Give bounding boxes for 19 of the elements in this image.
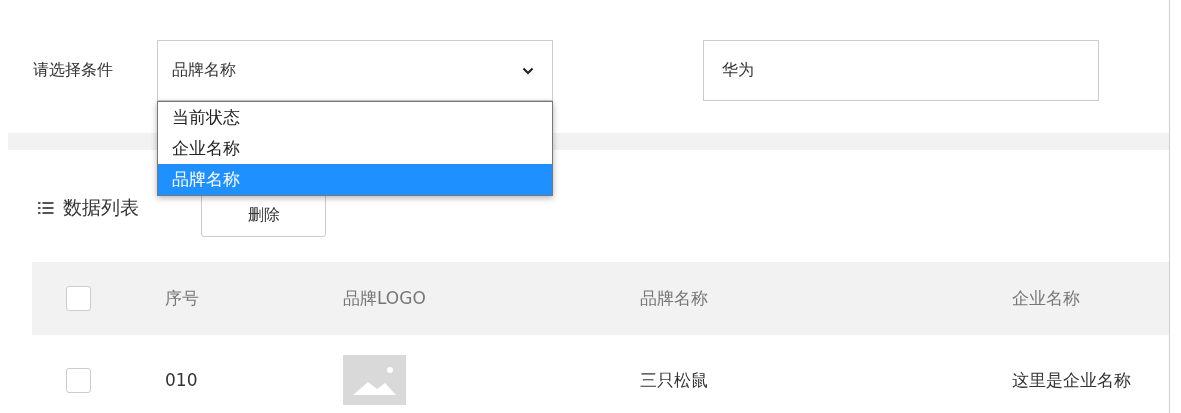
table-cell-text: 三只松鼠 [640,368,709,392]
dropdown-option[interactable]: 企业名称 [158,133,552,164]
list-icon [38,202,54,214]
image-placeholder-icon [343,355,406,405]
column-header: 品牌LOGO [343,287,427,310]
dropdown-option[interactable]: 当前状态 [158,102,552,133]
filter-label: 请选择条件 [33,60,114,81]
column-header: 企业名称 [1012,287,1081,310]
select-all-checkbox[interactable] [66,286,91,311]
table-cell-text: 010 [165,370,199,390]
column-header: 品牌名称 [640,287,709,310]
search-field[interactable]: 华为 [703,40,1099,101]
delete-button[interactable]: 删除 [201,193,326,237]
row-checkbox[interactable] [66,367,91,393]
list-title: 数据列表 [63,195,140,220]
column-header: 序号 [165,287,200,310]
table-cell-text: 这里是企业名称 [1012,368,1132,392]
condition-select[interactable]: 品牌名称 [157,40,553,101]
chevron-down-icon [522,66,534,75]
